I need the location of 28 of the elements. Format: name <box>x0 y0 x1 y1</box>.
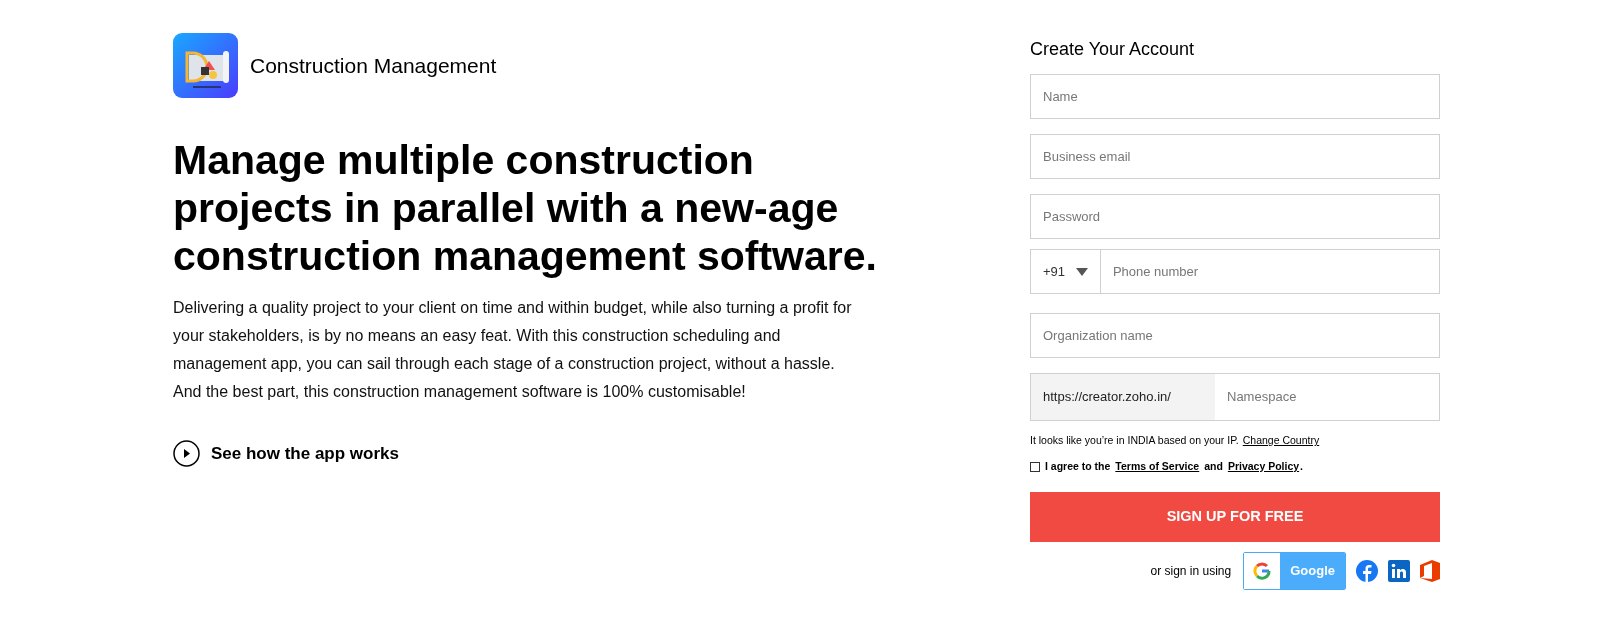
caret-icon <box>1075 267 1088 276</box>
app-logo-icon <box>173 33 238 98</box>
office-icon[interactable] <box>1420 559 1440 582</box>
video-link[interactable]: See how the app works <box>173 440 857 467</box>
location-note: It looks like you’re in INDIA based on your IP. <box>1030 433 1239 448</box>
country-code-dropdown[interactable]: +91 <box>1030 249 1101 294</box>
change-country-link[interactable]: Change Country <box>1242 433 1320 449</box>
name-field[interactable]: Name <box>1030 74 1440 119</box>
organization-field[interactable]: Organization name <box>1030 313 1440 358</box>
password-field[interactable]: Password <box>1030 194 1440 239</box>
hero-description: Delivering a quality project to your client on time and within budget, while also turning a profit for your stakeholders, is by no means an easy feat. With this construction scheduling and management app, you can sail through each stage of a construction project, without a hassle. And the best part, this construction management software is 100% customisable! <box>173 298 853 402</box>
form-title: Create Your Account <box>1030 38 1196 61</box>
agree-text: and <box>1204 458 1223 474</box>
privacy-link[interactable]: Privacy Policy <box>1227 458 1300 475</box>
terms-link[interactable]: Terms of Service <box>1115 458 1200 475</box>
facebook-icon[interactable] <box>1356 559 1378 582</box>
brand-name: Construction Management <box>250 52 497 79</box>
linkedin-icon[interactable] <box>1388 559 1410 582</box>
sign-up-button[interactable]: SIGN UP FOR FREE <box>1030 491 1440 542</box>
hero-heading: Manage multiple construction projects in parallel with a new-age construction management software. <box>173 136 878 280</box>
phone-field[interactable]: Phone number <box>1100 249 1440 294</box>
agree-checkbox[interactable] <box>1030 461 1040 472</box>
agree-text: . <box>1300 458 1304 474</box>
alt-signin-label: or sign in using <box>1150 562 1232 580</box>
google-logo-icon <box>1253 561 1272 580</box>
email-field[interactable]: Business email <box>1030 134 1440 179</box>
agree-text: I agree to the <box>1045 458 1111 474</box>
play-icon <box>173 440 200 467</box>
